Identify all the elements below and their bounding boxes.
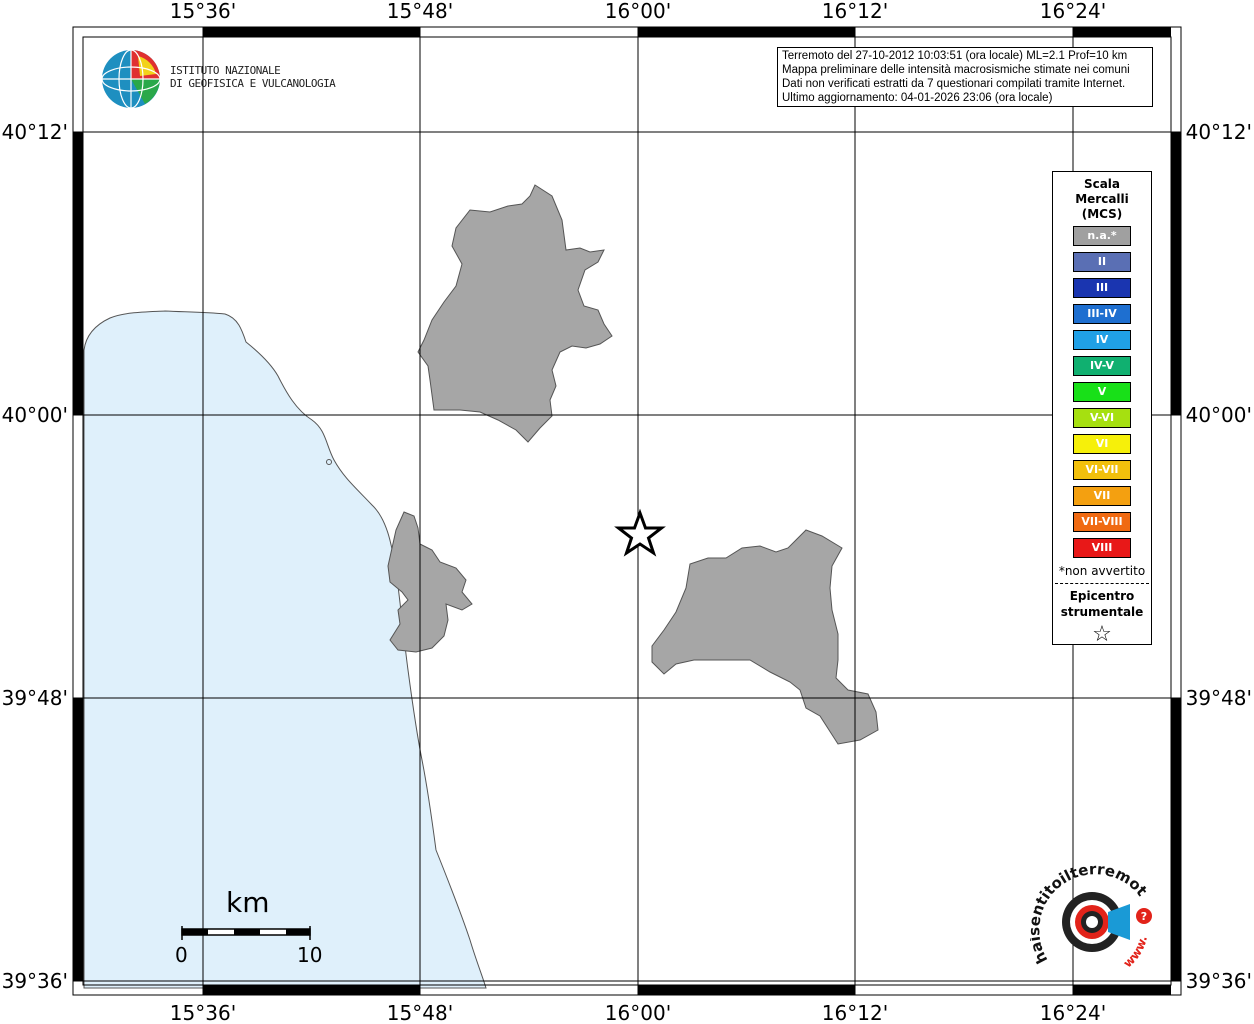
legend-note: *non avvertito <box>1058 564 1146 578</box>
legend-item: VIII <box>1073 538 1131 558</box>
legend-list: n.a.* II III III-IV IV IV-V V V-VI VI VI-VII VII VI… <box>1053 226 1151 558</box>
legend-title-line: (MCS) <box>1081 207 1123 221</box>
legend-item: n.a.* <box>1073 226 1131 246</box>
ingv-logo: ISTITUTO NAZIONALE DI GEOFISICA E VULCAN… <box>100 48 340 110</box>
lat-label: 40°12' <box>1186 120 1252 144</box>
legend-title-line: Scala <box>1083 177 1121 191</box>
legend-item: II <box>1073 252 1131 272</box>
municipality-coast <box>387 511 473 653</box>
legend-epicenter-line: strumentale <box>1060 605 1144 619</box>
municipality-southeast <box>651 529 879 745</box>
lon-label: 16°00' <box>605 0 671 23</box>
legend-item: IV-V <box>1073 356 1131 376</box>
legend-title-line: Mercalli <box>1075 192 1129 206</box>
lon-label: 15°48' <box>387 1001 453 1024</box>
intensity-legend: Scala Mercalli (MCS) n.a.* II III III-IV IV I… <box>1052 171 1152 647</box>
scalebar-max: 10 <box>297 943 323 967</box>
lat-label: 39°48' <box>2 686 68 710</box>
event-info-line: Mappa preliminare delle intensità macros… <box>782 64 1130 76</box>
svg-text:?: ? <box>1141 910 1147 923</box>
legend-epicenter-label: Epicentro strumentale <box>1053 588 1151 620</box>
lon-label: 16°00' <box>605 1001 671 1024</box>
event-info-line: Dati non verificati estratti da 7 questi… <box>782 78 1126 90</box>
island <box>326 459 332 465</box>
watermark-prefix: www. <box>1121 934 1151 970</box>
legend-item: VII <box>1073 486 1131 506</box>
lat-labels-left: 40°12' 40°00' 39°48' 39°36' <box>2 120 68 993</box>
globe-icon <box>101 49 161 109</box>
municipality-north <box>417 184 613 443</box>
lat-labels-right: 40°12' 40°00' 39°48' 39°36' <box>1186 120 1252 993</box>
logo-line1: ISTITUTO NAZIONALE <box>170 64 281 77</box>
lon-label: 15°36' <box>170 0 236 23</box>
lon-label: 16°12' <box>822 1001 888 1024</box>
legend-epicenter-line: Epicentro <box>1069 589 1135 603</box>
legend-title: Scala Mercalli (MCS) <box>1053 177 1151 222</box>
legend-divider <box>1055 583 1149 584</box>
lon-label: 16°12' <box>822 0 888 23</box>
legend-item: IV <box>1073 330 1131 350</box>
logo-line2: DI GEOFISICA E VULCANOLOGIA <box>170 77 336 90</box>
lat-label: 40°00' <box>1186 403 1252 427</box>
svg-text:www.: www. <box>1121 934 1151 970</box>
lon-label: 15°36' <box>170 1001 236 1024</box>
scalebar-unit: km <box>226 886 270 919</box>
legend-item: III-IV <box>1073 304 1131 324</box>
legend-item: V <box>1073 382 1131 402</box>
lat-label: 39°48' <box>1186 686 1252 710</box>
legend-item: V-VI <box>1073 408 1131 428</box>
lon-label: 15°48' <box>387 0 453 23</box>
star-icon <box>614 508 666 557</box>
event-info-line: Terremoto del 27-10-2012 10:03:51 (ora l… <box>782 50 1128 62</box>
legend-item: VI <box>1073 434 1131 454</box>
lon-labels-bottom: 15°36' 15°48' 16°00' 16°12' 16°24' <box>170 1001 1106 1024</box>
lon-label: 16°24' <box>1040 1001 1106 1024</box>
lat-label: 40°12' <box>2 120 68 144</box>
hst-watermark: ? haisentitoilterremoto.it www. <box>1025 846 1160 985</box>
legend-item: VII-VIII <box>1073 512 1131 532</box>
target-icon: ? haisentitoilterremoto.it www. <box>1025 846 1152 970</box>
scalebar-min: 0 <box>175 943 188 967</box>
lat-label: 39°36' <box>1186 969 1252 993</box>
legend-star-icon: ☆ <box>1092 622 1112 647</box>
legend-item: III <box>1073 278 1131 298</box>
lon-labels-top: 15°36' 15°48' 16°00' 16°12' 16°24' <box>170 0 1106 23</box>
lat-label: 39°36' <box>2 969 68 993</box>
lat-label: 40°00' <box>2 403 68 427</box>
legend-item: VI-VII <box>1073 460 1131 480</box>
event-info-line: Ultimo aggiornamento: 04-01-2026 23:06 (… <box>782 92 1053 104</box>
lon-label: 16°24' <box>1040 0 1106 23</box>
event-info-box: Terremoto del 27-10-2012 10:03:51 (ora l… <box>777 47 1153 107</box>
